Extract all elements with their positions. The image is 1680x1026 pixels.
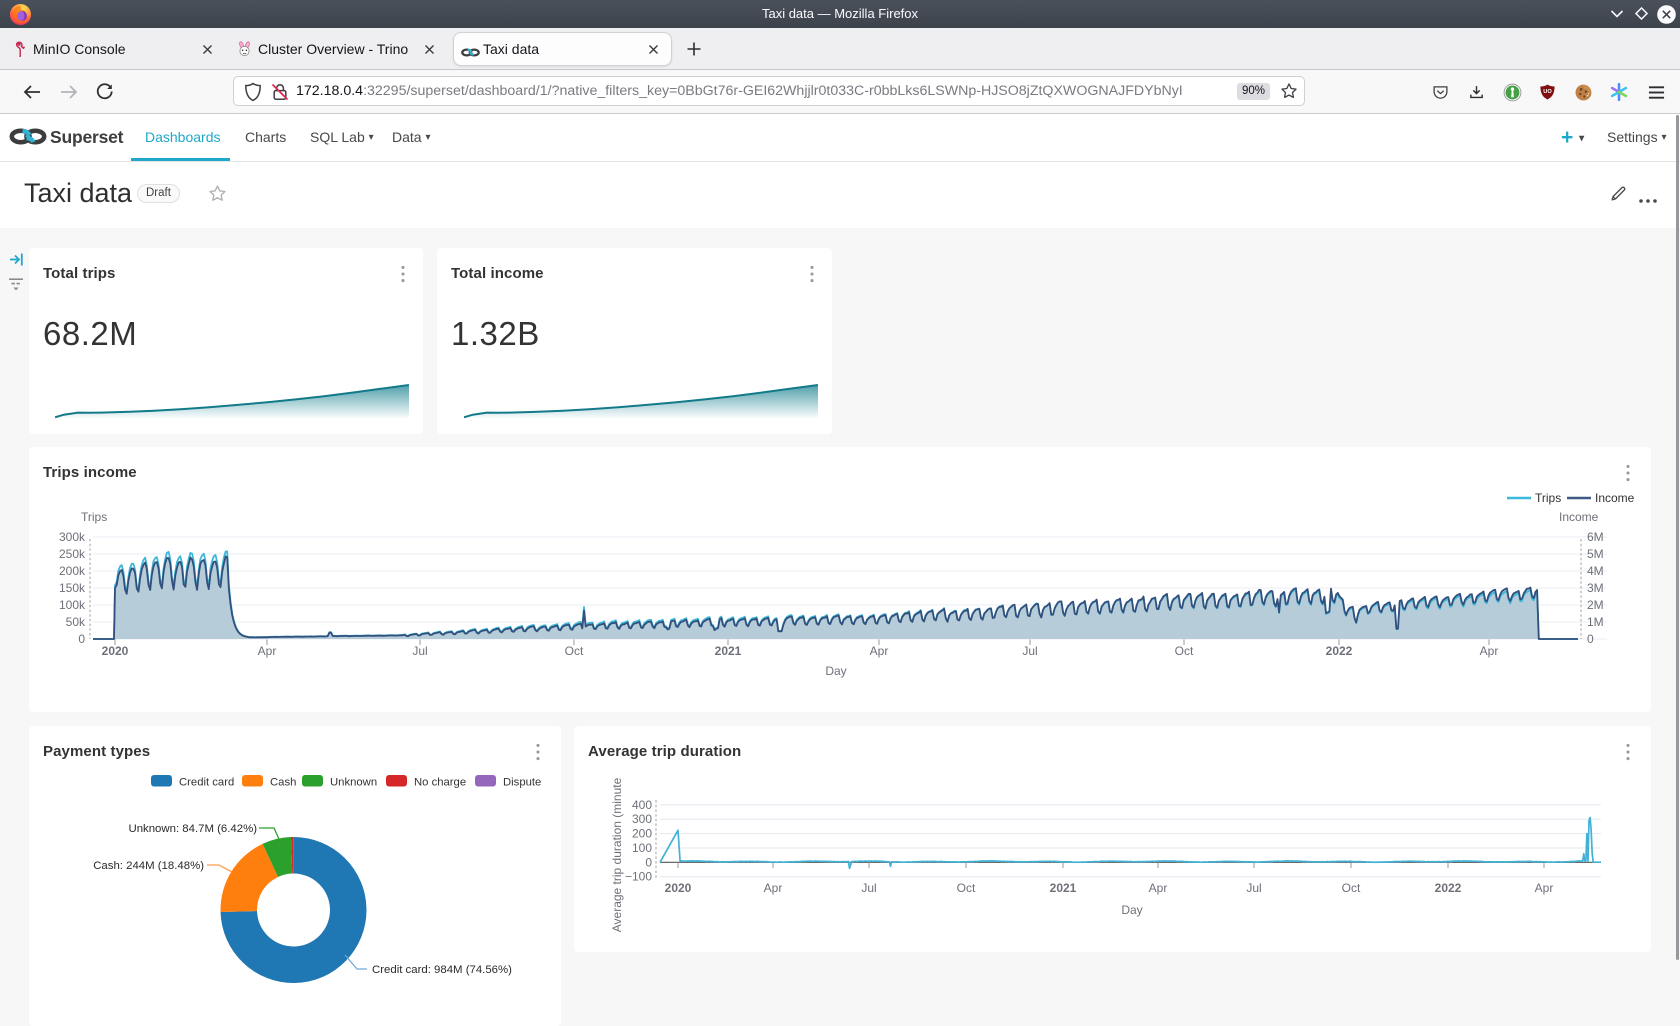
- svg-text:Oct: Oct: [1175, 644, 1194, 658]
- svg-text:Apr: Apr: [1149, 881, 1168, 895]
- svg-text:2022: 2022: [1435, 881, 1462, 895]
- svg-text:400: 400: [632, 798, 652, 812]
- svg-text:Income: Income: [1559, 510, 1599, 524]
- svg-text:Cash: Cash: [270, 777, 296, 789]
- svg-text:6M: 6M: [1587, 530, 1604, 544]
- svg-text:0: 0: [78, 632, 85, 646]
- svg-text:Apr: Apr: [870, 644, 889, 658]
- svg-text:Trips: Trips: [81, 510, 107, 524]
- svg-text:Day: Day: [825, 664, 846, 678]
- svg-text:2022: 2022: [1326, 644, 1353, 658]
- svg-text:Income: Income: [1595, 491, 1635, 505]
- svg-text:Credit card: Credit card: [179, 777, 234, 789]
- svg-text:Cash: 244M (18.48%): Cash: 244M (18.48%): [93, 860, 204, 872]
- svg-text:300k: 300k: [59, 530, 86, 544]
- svg-text:No charge: No charge: [414, 777, 466, 789]
- svg-text:0: 0: [1587, 632, 1594, 646]
- svg-text:Unknown: 84.7M (6.42%): Unknown: 84.7M (6.42%): [128, 823, 257, 835]
- svg-text:Credit card: 984M (74.56%): Credit card: 984M (74.56%): [372, 964, 512, 976]
- svg-text:150k: 150k: [59, 581, 86, 595]
- svg-text:Apr: Apr: [764, 881, 783, 895]
- svg-text:Oct: Oct: [565, 644, 584, 658]
- svg-text:Unknown: Unknown: [330, 777, 377, 789]
- svg-text:200k: 200k: [59, 564, 86, 578]
- svg-text:Oct: Oct: [957, 881, 976, 895]
- svg-text:100k: 100k: [59, 598, 86, 612]
- svg-text:2021: 2021: [1050, 881, 1077, 895]
- svg-text:2020: 2020: [102, 644, 129, 658]
- svg-text:50k: 50k: [66, 615, 86, 629]
- svg-text:1M: 1M: [1587, 615, 1604, 629]
- svg-text:0: 0: [645, 855, 652, 869]
- svg-text:2021: 2021: [715, 644, 742, 658]
- svg-text:Day: Day: [1121, 903, 1142, 917]
- svg-text:100: 100: [632, 841, 652, 855]
- svg-text:UO: UO: [1543, 89, 1552, 95]
- svg-text:Jul: Jul: [412, 644, 427, 658]
- svg-text:Apr: Apr: [1535, 881, 1554, 895]
- svg-text:4M: 4M: [1587, 564, 1604, 578]
- svg-text:Apr: Apr: [1480, 644, 1499, 658]
- svg-text:250k: 250k: [59, 547, 86, 561]
- svg-text:Oct: Oct: [1342, 881, 1361, 895]
- svg-text:Jul: Jul: [1246, 881, 1261, 895]
- svg-text:3M: 3M: [1587, 581, 1604, 595]
- svg-text:Dispute: Dispute: [503, 777, 541, 789]
- svg-text:Jul: Jul: [861, 881, 876, 895]
- svg-text:−100: −100: [625, 870, 652, 884]
- svg-text:Average trip duration (minute: Average trip duration (minute: [610, 777, 624, 932]
- svg-text:Trips: Trips: [1535, 491, 1561, 505]
- svg-text:2M: 2M: [1587, 598, 1604, 612]
- svg-text:200: 200: [632, 827, 652, 841]
- svg-text:2020: 2020: [665, 881, 692, 895]
- svg-text:Jul: Jul: [1022, 644, 1037, 658]
- svg-text:Apr: Apr: [258, 644, 277, 658]
- svg-text:5M: 5M: [1587, 547, 1604, 561]
- svg-text:300: 300: [632, 812, 652, 826]
